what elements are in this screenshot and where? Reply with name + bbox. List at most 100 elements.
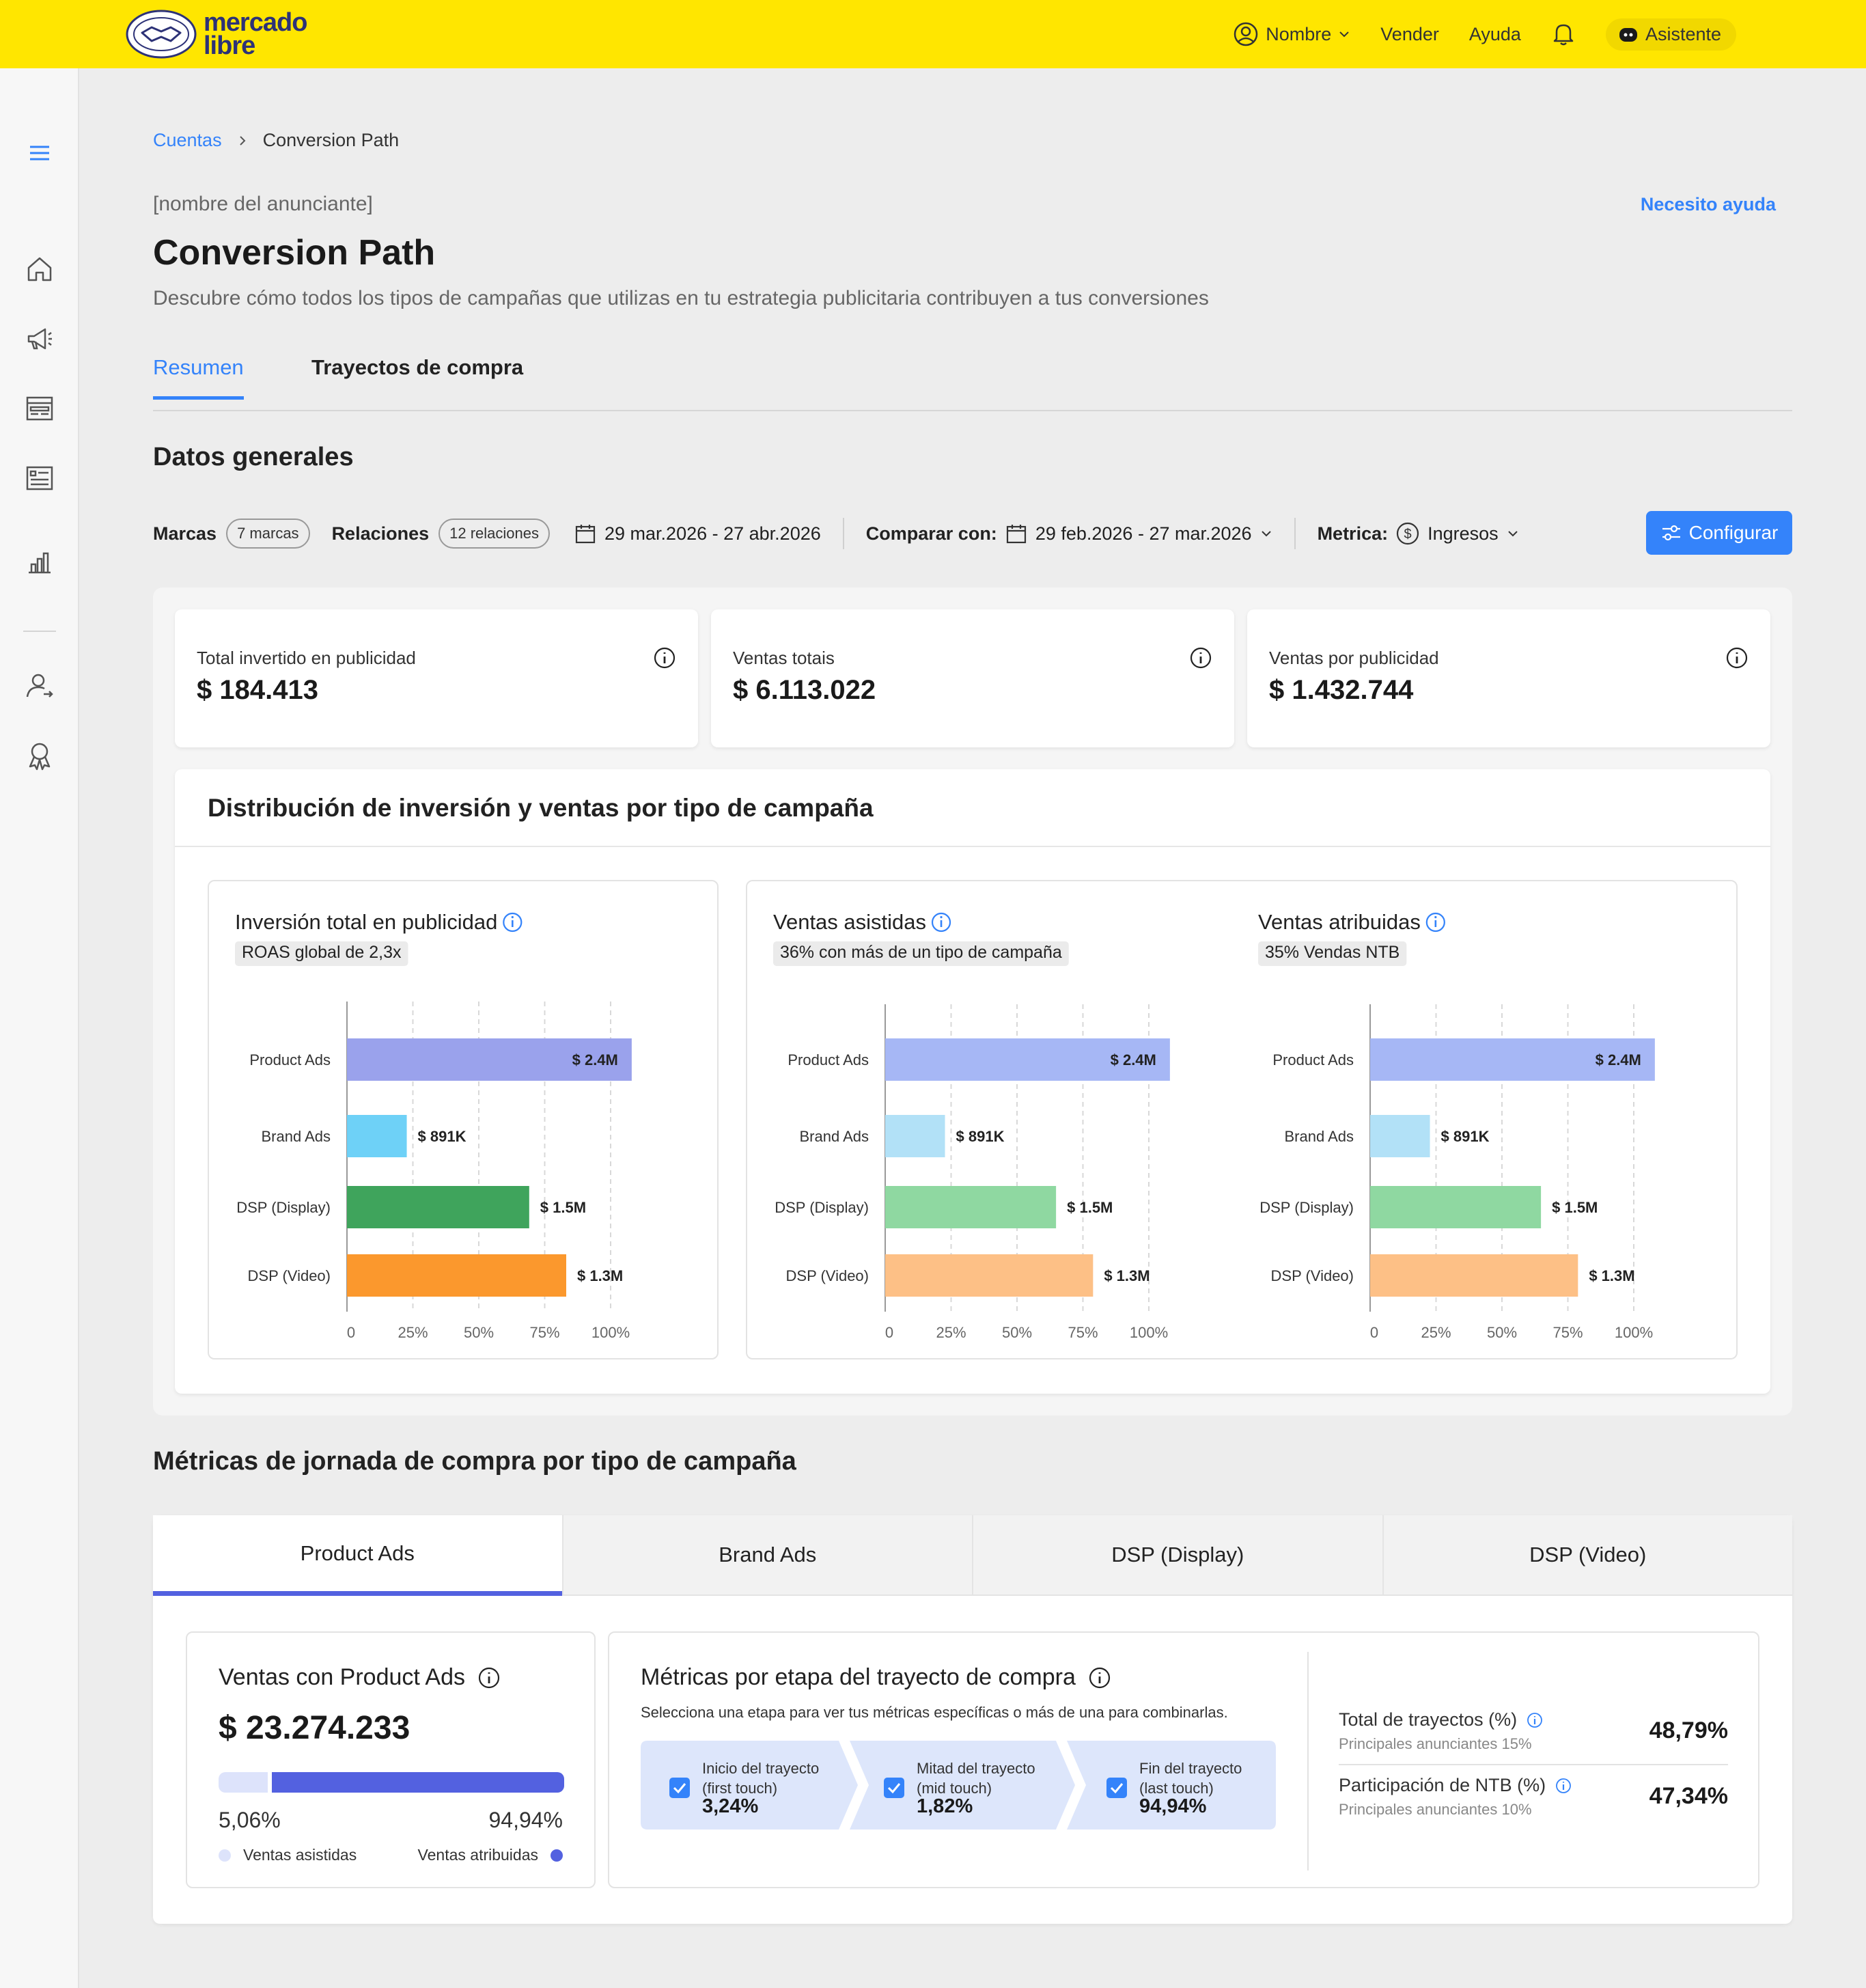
category-label: DSP (Display) — [1259, 1199, 1354, 1216]
need-help-link[interactable]: Necesito ayuda — [1641, 194, 1776, 215]
user-circle-icon — [1234, 22, 1258, 46]
total-journeys-benchmark: Principales anunciantes 15% — [1339, 1735, 1532, 1752]
info-icon[interactable] — [653, 646, 676, 669]
tab-dsp-display[interactable]: DSP (Display) — [972, 1515, 1382, 1596]
assisted-sales-chart: Ventas asistidas 36% con más de un tipo d… — [773, 910, 1170, 1341]
x-tick-label: 50% — [1002, 1324, 1032, 1341]
investment-chart-card: Inversión total en publicidad ROAS global… — [208, 880, 719, 1359]
info-icon[interactable] — [477, 1666, 501, 1689]
metric-value: Ingresos — [1428, 523, 1499, 544]
breadcrumb: Cuentas Conversion Path — [153, 130, 399, 151]
filter-divider — [1294, 518, 1296, 549]
filter-divider — [842, 518, 844, 549]
campaign-type-tabs: Product Ads Brand Ads DSP (Display) DSP … — [153, 1515, 1792, 1596]
kpi-value: $ 184.413 — [197, 675, 318, 705]
check-icon — [1110, 1783, 1124, 1794]
stage-mid-touch[interactable]: Mitad del trayecto (mid touch) 1,82% — [850, 1741, 1075, 1830]
category-label: Product Ads — [1272, 1051, 1354, 1068]
bell-icon[interactable] — [1551, 21, 1576, 47]
configure-label: Configurar — [1688, 522, 1779, 543]
x-tick-label: 50% — [464, 1324, 494, 1341]
stage-pct: 1,82% — [917, 1795, 973, 1817]
checkbox-checked[interactable] — [1106, 1778, 1127, 1798]
metric-filter[interactable]: Metrica: $ Ingresos — [1318, 522, 1519, 545]
x-tick-label: 0 — [1370, 1324, 1378, 1341]
stage-pct: 3,24% — [702, 1795, 759, 1817]
award-icon[interactable] — [23, 739, 56, 772]
info-icon[interactable] — [1189, 646, 1212, 669]
list-ads-icon[interactable] — [23, 462, 56, 495]
stage-last-touch[interactable]: Fin del trayecto (last touch) 94,94% — [1067, 1741, 1276, 1830]
stage-card-subtitle: Selecciona una etapa para ver tus métric… — [641, 1704, 1228, 1721]
chevron-down-icon — [1339, 31, 1349, 38]
tab-dsp-video[interactable]: DSP (Video) — [1382, 1515, 1792, 1596]
journey-metrics-title: Métricas de jornada de compra por tipo d… — [153, 1447, 796, 1476]
date-range-value: 29 mar.2026 - 27 abr.2026 — [604, 523, 821, 544]
bar — [1370, 1186, 1542, 1228]
info-icon[interactable] — [1555, 1778, 1572, 1794]
info-icon[interactable] — [1725, 646, 1749, 669]
bar — [885, 1186, 1057, 1228]
kpi-label: Ventas por publicidad — [1269, 648, 1439, 668]
tab-brand-ads[interactable]: Brand Ads — [561, 1515, 972, 1596]
x-tick-label: 75% — [1552, 1324, 1583, 1341]
checkbox-checked[interactable] — [884, 1778, 904, 1798]
value-label: $ 1.5M — [1552, 1199, 1598, 1216]
kpi-card-total-sales: Ventas totais $ 6.113.022 — [711, 609, 1234, 747]
x-tick-label: 100% — [1615, 1324, 1653, 1341]
display-ads-icon[interactable] — [23, 392, 56, 425]
relations-filter[interactable]: Relaciones 12 relaciones — [332, 519, 551, 549]
home-icon[interactable] — [23, 253, 56, 286]
compare-filter[interactable]: Comparar con: 29 feb.2026 - 27 mar.2026 — [866, 523, 1272, 544]
dollar-circle-icon: $ — [1396, 522, 1419, 545]
megaphone-icon[interactable] — [23, 322, 56, 355]
help-link-top[interactable]: Ayuda — [1469, 24, 1521, 45]
category-label: DSP (Video) — [248, 1267, 331, 1284]
chart-subtitle: ROAS global de 2,3x — [242, 943, 402, 962]
value-label: $ 891K — [418, 1128, 466, 1145]
tab-product-ads[interactable]: Product Ads — [153, 1515, 562, 1596]
stage-card-title-text: Métricas por etapa del trayecto de compr… — [641, 1664, 1076, 1690]
menu-icon[interactable] — [23, 137, 56, 169]
x-tick-label: 100% — [591, 1324, 630, 1341]
stage-pct: 94,94% — [1139, 1795, 1207, 1817]
mercadolibre-logo[interactable]: mercado libre — [126, 10, 307, 59]
breadcrumb-parent[interactable]: Cuentas — [153, 130, 222, 151]
brands-filter[interactable]: Marcas 7 marcas — [153, 519, 310, 549]
tab-journeys[interactable]: Trayectos de compra — [311, 355, 523, 396]
user-switch-icon[interactable] — [23, 669, 56, 702]
ntb-share-benchmark: Principales anunciantes 10% — [1339, 1801, 1532, 1818]
tab-summary[interactable]: Resumen — [153, 355, 244, 400]
user-menu[interactable]: Nombre — [1233, 21, 1350, 47]
info-icon[interactable] — [1088, 1666, 1111, 1689]
relations-pill[interactable]: 12 relaciones — [438, 519, 551, 549]
date-range-picker[interactable]: 29 mar.2026 - 27 abr.2026 — [574, 523, 821, 544]
kpi-value: $ 6.113.022 — [733, 675, 876, 705]
configure-button[interactable]: Configurar — [1646, 511, 1792, 555]
brands-pill[interactable]: 7 marcas — [226, 519, 310, 549]
category-label: DSP (Video) — [786, 1267, 869, 1284]
top-bar: mercado libre Nombre Vender Ayuda Asiste… — [0, 0, 1866, 68]
bar — [1370, 1115, 1430, 1157]
stage-first-touch[interactable]: Inicio del trayecto (first touch) 3,24% — [641, 1741, 858, 1830]
assistant-button[interactable]: Asistente — [1605, 18, 1736, 51]
assisted-legend-label: Ventas asistidas — [243, 1846, 357, 1864]
sell-link[interactable]: Vender — [1380, 24, 1439, 45]
sidebar — [0, 68, 79, 1988]
chart-title: Ventas asistidas — [773, 910, 926, 934]
chart-title: Inversión total en publicidad — [235, 910, 497, 934]
sidebar-divider — [23, 631, 56, 632]
bar-chart-icon[interactable] — [23, 545, 56, 578]
top-nav: Nombre Vender Ayuda Asistente — [1233, 0, 1736, 68]
product-ads-sales-card: Ventas con Product Ads $ 23.274.233 5,06… — [186, 1631, 596, 1888]
kpi-label: Total invertido en publicidad — [197, 648, 416, 668]
total-journeys-value: 48,79% — [1649, 1717, 1728, 1743]
calendar-icon — [575, 525, 596, 544]
info-icon[interactable] — [1527, 1712, 1543, 1728]
category-label: Product Ads — [788, 1051, 869, 1068]
stage-card-title: Métricas por etapa del trayecto de compr… — [641, 1664, 1111, 1691]
sales-card-title-text: Ventas con Product Ads — [219, 1664, 466, 1690]
bar — [347, 1254, 566, 1297]
total-journeys-label: Total de trayectos (%) — [1339, 1709, 1543, 1730]
checkbox-checked[interactable] — [669, 1778, 690, 1798]
